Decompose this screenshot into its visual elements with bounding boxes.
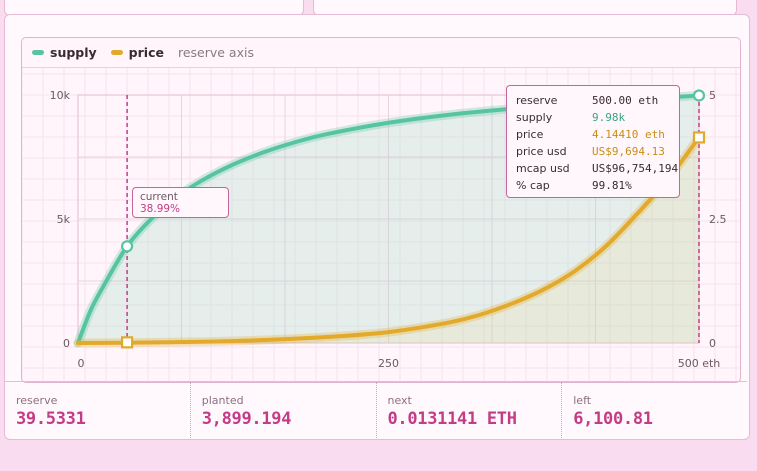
stat-value: 3,899.194: [201, 409, 292, 429]
stat-label: planted: [201, 394, 244, 407]
current-callout-value: 38.99%: [140, 203, 181, 215]
stat-value: 39.5331: [16, 409, 86, 429]
right-axis-tick-label: 0: [709, 337, 716, 350]
supply-swatch: [32, 50, 44, 55]
current-callout-label: current: [140, 191, 178, 203]
tooltip-label: mcap usd: [516, 162, 570, 175]
tooltip-value: US$96,754,194: [592, 162, 679, 175]
curve-panel: 0 5k 10k 0 2.5 5 0 250 500 eth supply price rese…: [4, 14, 750, 440]
tooltip-value: US$9,694.13: [592, 145, 665, 158]
left-axis-tick-label: 10k: [50, 89, 71, 102]
tooltip-label: supply: [516, 111, 553, 124]
legend-supply[interactable]: supply: [32, 45, 97, 60]
tooltip-row: reserve 500.00 eth: [516, 92, 679, 109]
stat-value: 0.0131141 ETH: [387, 409, 517, 429]
legend-axis-note: reserve axis: [177, 45, 254, 60]
left-axis-tick-label: 0: [63, 337, 70, 350]
legend-price-label: price: [128, 45, 164, 60]
price-marker: [120, 336, 134, 349]
x-axis-tick-label: 0: [78, 357, 85, 370]
tooltip-row: supply 9.98k: [516, 109, 679, 126]
legend-price[interactable]: price: [110, 45, 164, 60]
hover-tooltip: reserve 500.00 eth supply 9.98k price 4.144…: [506, 85, 680, 198]
tooltip-label: price: [516, 128, 544, 141]
tooltip-label: price usd: [516, 145, 567, 158]
tooltip-row: price 4.14410 eth: [516, 126, 679, 143]
stat-label: next: [387, 394, 412, 407]
stat-value: 6,100.81: [573, 409, 653, 429]
stat-reserve: reserve 39.5331: [5, 382, 191, 438]
stat-label: left: [573, 394, 592, 407]
current-callout: current 38.99%: [132, 187, 229, 218]
price-swatch: [110, 50, 123, 55]
tooltip-label: % cap: [516, 179, 550, 192]
legend-supply-label: supply: [50, 45, 97, 60]
tooltip-value: 99.81%: [592, 179, 632, 192]
supply-marker: [692, 89, 706, 102]
right-axis-tick-label: 5: [709, 89, 716, 102]
tooltip-label: reserve: [516, 94, 558, 107]
x-axis-tick-label: 500 eth: [678, 357, 721, 370]
tooltip-value: 500.00 eth: [592, 94, 659, 107]
right-axis-tick-label: 2.5: [709, 213, 727, 226]
price-marker: [692, 131, 706, 144]
left-axis-tick-label: 5k: [57, 213, 71, 226]
chart-legend: supply price reserve axis: [22, 38, 740, 68]
stats-bar: reserve 39.5331 planted 3,899.194 next 0…: [5, 381, 747, 438]
tooltip-row: price usd US$9,694.13: [516, 143, 679, 160]
tooltip-value: 4.14410 eth: [592, 128, 665, 141]
x-axis-tick-label: 250: [378, 357, 399, 370]
stat-planted: planted 3,899.194: [191, 382, 377, 438]
tooltip-row: mcap usd US$96,754,194: [516, 160, 679, 177]
stat-left: left 6,100.81: [562, 382, 747, 438]
tooltip-value: 9.98k: [592, 111, 626, 124]
supply-marker: [120, 240, 134, 253]
tooltip-row: % cap 99.81%: [516, 177, 679, 194]
stat-next: next 0.0131141 ETH: [377, 382, 563, 438]
stat-label: reserve: [16, 394, 58, 407]
